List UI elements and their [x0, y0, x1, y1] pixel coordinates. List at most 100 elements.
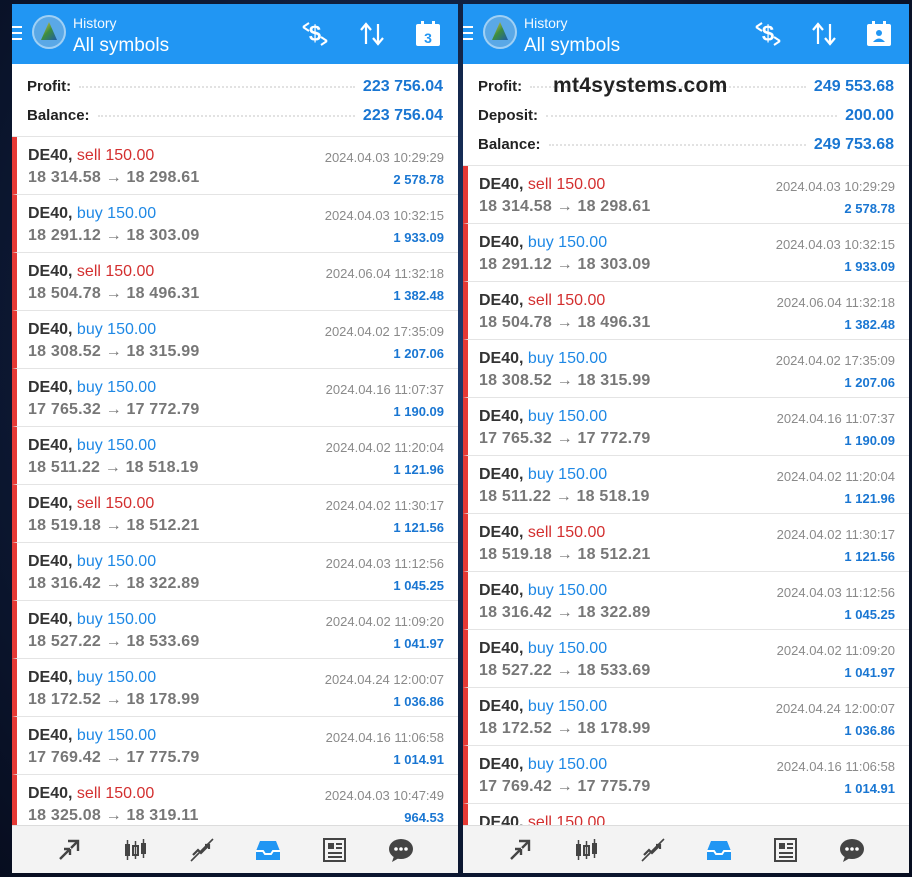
symbol-name: DE40, — [28, 495, 73, 512]
trade-row[interactable]: DE40, buy 150.00 17 765.32 → 17 772.79 202… — [463, 398, 909, 456]
trade-prices: 17 769.42 → 17 775.79 — [28, 749, 200, 766]
symbol-name: DE40, — [28, 147, 73, 164]
dollar-swap-icon[interactable]: $ — [300, 19, 330, 49]
trade-profit: 1 382.48 — [844, 317, 895, 332]
dollar-swap-icon[interactable]: $ — [753, 19, 783, 49]
trade-symbol: DE40, sell 150.00 — [28, 147, 154, 165]
trade-prices: 18 511.22 → 18 518.19 — [479, 488, 650, 505]
trade-profit: 1 207.06 — [393, 346, 444, 361]
symbol-name: DE40, — [479, 756, 524, 773]
summary-row-profit: Profit: 223 756.04 — [27, 72, 443, 101]
trade-row[interactable]: DE40, buy 150.00 17 765.32 → 17 772.79 202… — [12, 369, 458, 427]
symbol-filter[interactable]: All symbols — [524, 35, 620, 57]
trade-type: sell 150.00 — [76, 263, 155, 280]
trade-row[interactable]: DE40, sell 150.00 18 504.78 → 18 496.31 20… — [463, 282, 909, 340]
trade-symbol: DE40, buy 150.00 — [479, 698, 607, 716]
trade-time: 2024.04.24 12:00:07 — [775, 701, 895, 716]
trade-row[interactable]: DE40, sell 150.00 18 519.18 → 18 512.21 20… — [463, 514, 909, 572]
summary-label: Profit: — [478, 78, 523, 95]
trade-prices: 18 527.22 → 18 533.69 — [479, 662, 651, 679]
trade-type: sell 150.00 — [76, 785, 155, 802]
calendar-icon[interactable] — [864, 19, 894, 49]
trade-symbol: DE40, buy 150.00 — [479, 350, 607, 368]
news-icon[interactable] — [770, 835, 800, 865]
app-logo-icon — [32, 15, 66, 49]
trade-row[interactable]: DE40, buy 150.00 18 511.22 → 18 518.19 202… — [12, 427, 458, 485]
trade-row[interactable]: DE40, sell 150.00 18 519.18 → 18 512.21 20… — [12, 485, 458, 543]
trade-icon[interactable] — [187, 835, 217, 865]
trade-symbol: DE40, buy 150.00 — [28, 379, 156, 397]
trade-prices: 18 314.58 → 18 298.61 — [479, 198, 651, 215]
trade-time: 2024.04.16 11:07:37 — [325, 382, 444, 397]
trade-row[interactable]: DE40, sell 150.00 18 314.58 → 18 298.61 20… — [463, 166, 909, 224]
trade-row[interactable]: DE40, sell 150.00 18 504.78 → 18 496.31 20… — [12, 253, 458, 311]
trade-row[interactable]: DE40, buy 150.00 18 172.52 → 18 178.99 202… — [463, 688, 909, 746]
quotes-icon[interactable] — [54, 835, 84, 865]
symbol-name: DE40, — [479, 698, 524, 715]
trade-row[interactable]: DE40, buy 150.00 18 308.52 → 18 315.99 202… — [12, 311, 458, 369]
sort-icon[interactable] — [809, 19, 839, 49]
trade-profit: 1 036.86 — [844, 723, 895, 738]
trade-symbol: DE40, buy 150.00 — [28, 669, 156, 687]
trade-icon[interactable] — [638, 835, 668, 865]
trade-profit: 1 045.25 — [844, 607, 895, 622]
trade-symbol: DE40, buy 150.00 — [479, 582, 607, 600]
trade-row[interactable]: DE40, buy 150.00 18 511.22 → 18 518.19 202… — [463, 456, 909, 514]
trade-time: 2024.04.03 10:29:29 — [324, 150, 444, 165]
trade-profit: 1 014.91 — [844, 781, 895, 796]
trade-type: buy 150.00 — [527, 640, 608, 657]
trade-symbol: DE40, buy 150.00 — [28, 727, 156, 745]
trade-row[interactable]: DE40, buy 150.00 18 291.12 → 18 303.09 202… — [463, 224, 909, 282]
symbol-name: DE40, — [479, 582, 524, 599]
trade-prices: 18 504.78 → 18 496.31 — [28, 285, 200, 302]
trade-row[interactable]: DE40, sell 150.00 18 314.58 → 18 298.61 20… — [12, 137, 458, 195]
trade-prices: 18 308.52 → 18 315.99 — [479, 372, 651, 389]
trade-row[interactable]: DE40, buy 150.00 18 527.22 → 18 533.69 202… — [463, 630, 909, 688]
trade-time: 2024.04.16 11:06:58 — [776, 759, 895, 774]
summary-row-balance: Balance: 223 756.04 — [27, 101, 443, 130]
trade-type: sell 150.00 — [527, 292, 606, 309]
trade-prices: 17 765.32 → 17 772.79 — [28, 401, 200, 418]
news-icon[interactable] — [319, 835, 349, 865]
menu-icon[interactable] — [463, 26, 473, 44]
trade-row[interactable]: DE40, buy 150.00 18 527.22 → 18 533.69 202… — [12, 601, 458, 659]
chat-icon[interactable] — [837, 835, 867, 865]
symbol-name: DE40, — [28, 611, 73, 628]
trade-profit: 1 207.06 — [844, 375, 895, 390]
trade-type: buy 150.00 — [527, 466, 608, 483]
trade-type: buy 150.00 — [76, 321, 157, 338]
trade-row[interactable]: DE40, buy 150.00 17 769.42 → 17 775.79 202… — [12, 717, 458, 775]
trade-row[interactable]: DE40, buy 150.00 18 172.52 → 18 178.99 202… — [12, 659, 458, 717]
trade-time: 2024.06.04 11:32:18 — [776, 295, 895, 310]
summary-value: 249 753.68 — [813, 135, 894, 153]
history-icon[interactable] — [253, 835, 283, 865]
trade-time: 2024.04.02 17:35:09 — [324, 324, 444, 339]
trade-row[interactable]: DE40, buy 150.00 18 308.52 → 18 315.99 202… — [463, 340, 909, 398]
menu-icon[interactable] — [12, 26, 22, 44]
trade-profit: 1 121.56 — [844, 549, 895, 564]
sort-icon[interactable] — [357, 19, 387, 49]
screen-title: History — [73, 15, 117, 31]
trade-row[interactable]: DE40, buy 150.00 17 769.42 → 17 775.79 202… — [463, 746, 909, 804]
quotes-icon[interactable] — [505, 835, 535, 865]
symbol-filter[interactable]: All symbols — [73, 35, 169, 57]
trade-type: sell 150.00 — [76, 495, 155, 512]
trade-time: 2024.04.03 11:12:56 — [325, 556, 444, 571]
chat-icon[interactable] — [386, 835, 416, 865]
chart-icon[interactable] — [571, 835, 601, 865]
symbol-name: DE40, — [479, 640, 524, 657]
divider — [546, 114, 838, 117]
trade-row[interactable]: DE40, buy 150.00 18 291.12 → 18 303.09 202… — [12, 195, 458, 253]
trade-row[interactable]: DE40, buy 150.00 18 316.42 → 18 322.89 202… — [463, 572, 909, 630]
summary-label: Profit: — [27, 78, 72, 95]
summary-value: 200.00 — [845, 106, 894, 124]
trade-symbol: DE40, sell 150.00 — [479, 292, 605, 310]
trade-prices: 18 519.18 → 18 512.21 — [479, 546, 651, 563]
trade-type: buy 150.00 — [527, 756, 608, 773]
calendar-icon[interactable]: 3 — [413, 19, 443, 49]
trade-list: DE40, sell 150.00 18 314.58 → 18 298.61 20… — [463, 165, 909, 862]
trade-row[interactable]: DE40, buy 150.00 18 316.42 → 18 322.89 202… — [12, 543, 458, 601]
chart-icon[interactable] — [120, 835, 150, 865]
history-icon[interactable] — [704, 835, 734, 865]
summary-label: Balance: — [478, 136, 541, 153]
